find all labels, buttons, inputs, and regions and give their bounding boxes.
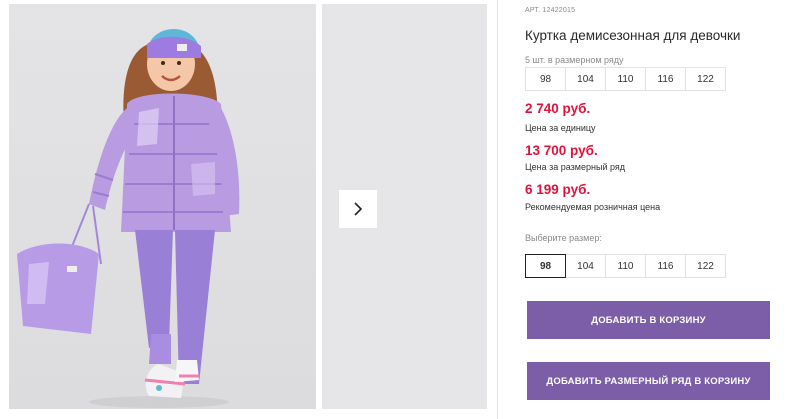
size-row-item: 116 — [645, 67, 686, 91]
panel-divider — [497, 0, 498, 419]
size-option[interactable]: 104 — [565, 254, 606, 278]
size-row-item: 122 — [685, 67, 726, 91]
size-picker: 98 104 110 116 122 — [525, 254, 726, 278]
size-option[interactable]: 116 — [645, 254, 686, 278]
size-row-item: 110 — [605, 67, 646, 91]
chevron-right-icon — [354, 202, 363, 216]
size-option[interactable]: 122 — [685, 254, 726, 278]
retail-price: 6 199 руб. — [525, 182, 591, 197]
size-option-selected[interactable]: 98 — [525, 254, 566, 278]
gallery-next-button[interactable] — [339, 190, 377, 228]
row-price: 13 700 руб. — [525, 143, 598, 158]
size-row-list: 98 104 110 116 122 — [525, 67, 726, 91]
unit-price: 2 740 руб. — [525, 101, 591, 116]
size-picker-label: Выберите размер: — [525, 233, 602, 243]
add-to-cart-button[interactable]: ДОБАВИТЬ В КОРЗИНУ — [527, 301, 770, 339]
product-photo[interactable] — [9, 4, 316, 409]
product-gallery — [0, 0, 495, 419]
size-row-note: 5 шт. в размерном ряду — [525, 55, 624, 65]
size-row-item: 98 — [525, 67, 566, 91]
unit-price-caption: Цена за единицу — [525, 123, 596, 133]
product-title: Куртка демисезонная для девочки — [525, 28, 741, 43]
retail-price-caption: Рекомендуемая розничная цена — [525, 202, 661, 212]
size-row-item: 104 — [565, 67, 606, 91]
row-price-caption: Цена за размерный ряд — [525, 162, 626, 172]
size-option[interactable]: 110 — [605, 254, 646, 278]
add-size-row-to-cart-button[interactable]: ДОБАВИТЬ РАЗМЕРНЫЙ РЯД В КОРЗИНУ — [527, 362, 770, 400]
girl-in-jacket-illustration — [17, 28, 240, 408]
article-number: АРТ. 12422015 — [525, 7, 576, 14]
